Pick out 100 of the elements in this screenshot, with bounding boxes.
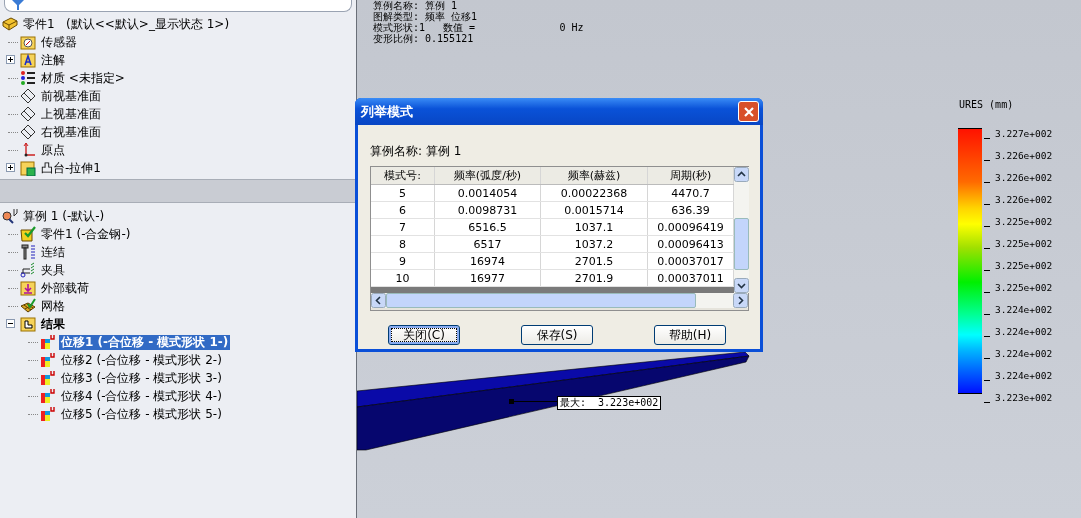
plot-info-text: 算例名称: 算例 1 bbox=[373, 0, 459, 11]
dialog-button[interactable]: 关闭(C) bbox=[388, 325, 460, 345]
scale-value: 3.225e+002 bbox=[995, 281, 1053, 293]
table-cell: 8 bbox=[371, 236, 435, 252]
horizontal-scrollbar[interactable] bbox=[371, 293, 748, 308]
material-icon bbox=[20, 70, 36, 86]
plane-icon bbox=[20, 106, 36, 122]
table-cell: 2701.5 bbox=[541, 253, 648, 269]
scroll-thumb[interactable] bbox=[386, 293, 696, 308]
scale-value: 3.224e+002 bbox=[995, 303, 1053, 315]
scale-value: 3.225e+002 bbox=[995, 215, 1053, 227]
scroll-thumb[interactable] bbox=[734, 218, 749, 270]
tree-item[interactable]: 原点 bbox=[39, 142, 67, 158]
scale-value: 3.224e+002 bbox=[995, 325, 1053, 337]
plane-icon bbox=[20, 124, 36, 140]
tree-item[interactable]: 凸台-拉伸1 bbox=[39, 160, 103, 176]
leader-line bbox=[509, 399, 558, 404]
tree-item[interactable]: 结果 bbox=[39, 316, 67, 332]
plot-icon bbox=[40, 406, 56, 422]
part-icon bbox=[2, 16, 18, 32]
column-header[interactable]: 频率(赫兹) bbox=[541, 167, 648, 184]
table-cell: 7 bbox=[371, 219, 435, 235]
plot-info-text: 模式形状:1 数值 = 0 Hz bbox=[373, 22, 584, 33]
legend-title: URES (mm) bbox=[959, 99, 1015, 110]
study-icon bbox=[2, 208, 18, 224]
vertical-scrollbar[interactable] bbox=[734, 167, 749, 293]
table-cell: 1037.2 bbox=[541, 236, 648, 252]
scale-value: 3.225e+002 bbox=[995, 259, 1053, 271]
scroll-left-icon[interactable] bbox=[371, 293, 386, 308]
scale-value: 3.226e+002 bbox=[995, 171, 1053, 183]
plot-icon bbox=[40, 352, 56, 368]
plot-icon bbox=[40, 334, 56, 350]
close-icon bbox=[742, 105, 755, 118]
table-cell: 10 bbox=[371, 270, 435, 286]
tree-item[interactable]: 零件1 (-合金钢-) bbox=[39, 226, 133, 242]
fixture-icon bbox=[20, 262, 36, 278]
dialog-button[interactable]: 保存(S) bbox=[521, 325, 593, 345]
scale-value: 3.224e+002 bbox=[995, 347, 1053, 359]
column-header[interactable]: 模式号: bbox=[371, 167, 435, 184]
tree-item[interactable]: 网格 bbox=[39, 298, 67, 314]
tree-item[interactable]: 上视基准面 bbox=[39, 106, 103, 122]
study-name-text: 算例名称: 算例 1 bbox=[370, 143, 463, 159]
scroll-down-icon[interactable] bbox=[734, 278, 749, 293]
dialog-button[interactable]: 帮助(H) bbox=[654, 325, 726, 345]
tree-item[interactable]: 注解 bbox=[39, 52, 67, 68]
table-cell: 0.0098731 bbox=[435, 202, 541, 218]
table-cell: 16974 bbox=[435, 253, 541, 269]
tree-item[interactable]: 位移4 (-合位移 - 模式形状 4-) bbox=[59, 388, 224, 404]
plot-info-text: 变形比例: 0.155121 bbox=[373, 33, 475, 44]
sensor-folder-icon bbox=[20, 34, 36, 50]
filter-bar[interactable] bbox=[4, 0, 352, 12]
tree-item[interactable]: 位移2 (-合位移 - 模式形状 2-) bbox=[59, 352, 224, 368]
dialog-title: 列举模式 bbox=[361, 102, 413, 121]
load-icon bbox=[20, 280, 36, 296]
scale-value: 3.223e+002 bbox=[995, 391, 1053, 403]
scale-value: 3.227e+002 bbox=[995, 127, 1053, 139]
table-cell: 2701.9 bbox=[541, 270, 648, 286]
table-cell: 16977 bbox=[435, 270, 541, 286]
plot-icon bbox=[40, 370, 56, 386]
table-cell: 6517 bbox=[435, 236, 541, 252]
table-cell: 0.0015714 bbox=[541, 202, 648, 218]
plot-info-text: 图解类型: 频率 位移1 bbox=[373, 11, 479, 22]
table-cell: 5 bbox=[371, 185, 435, 201]
part-check-icon bbox=[20, 226, 36, 242]
table-cell: 9 bbox=[371, 253, 435, 269]
expander-icon[interactable] bbox=[6, 163, 15, 172]
tree-item[interactable]: 位移1 (-合位移 - 模式形状 1-) bbox=[59, 334, 231, 350]
tree-item[interactable]: 零件1 (默认<<默认>_显示状态 1>) bbox=[21, 16, 232, 32]
connector-icon bbox=[20, 244, 36, 260]
scroll-up-icon[interactable] bbox=[734, 167, 749, 182]
scale-value: 3.225e+002 bbox=[995, 237, 1053, 249]
tree-item[interactable]: 外部载荷 bbox=[39, 280, 91, 296]
table-cell: 1037.1 bbox=[541, 219, 648, 235]
tree-item[interactable]: 右视基准面 bbox=[39, 124, 103, 140]
max-value-label: 最大: 3.223e+002 bbox=[557, 396, 662, 410]
extrude-icon bbox=[20, 160, 36, 176]
scale-value: 3.226e+002 bbox=[995, 193, 1053, 205]
tree-item[interactable]: 前视基准面 bbox=[39, 88, 103, 104]
tree-item[interactable]: 位移3 (-合位移 - 模式形状 3-) bbox=[59, 370, 224, 386]
column-header[interactable]: 频率(弧度/秒) bbox=[435, 167, 541, 184]
mesh-icon bbox=[20, 298, 36, 314]
close-button[interactable] bbox=[738, 101, 759, 122]
expander-icon[interactable] bbox=[6, 55, 15, 64]
scroll-right-icon[interactable] bbox=[733, 293, 748, 308]
tree-item[interactable]: 算例 1 (-默认-) bbox=[21, 208, 107, 224]
tree-item[interactable]: 夹具 bbox=[39, 262, 67, 278]
annotation-folder-icon bbox=[20, 52, 36, 68]
table-cell: 0.0014054 bbox=[435, 185, 541, 201]
plot-icon bbox=[40, 388, 56, 404]
filter-icon[interactable] bbox=[11, 0, 25, 10]
table-cell: 0.00022368 bbox=[541, 185, 648, 201]
tree-item[interactable]: 传感器 bbox=[39, 34, 79, 50]
tree-item[interactable]: 材质 <未指定> bbox=[39, 70, 127, 86]
tree-item[interactable]: 位移5 (-合位移 - 模式形状 5-) bbox=[59, 406, 224, 422]
results-folder-icon bbox=[20, 316, 36, 332]
tree-item[interactable]: 连结 bbox=[39, 244, 67, 260]
expander-icon[interactable] bbox=[6, 319, 15, 328]
scale-value: 3.224e+002 bbox=[995, 369, 1053, 381]
plane-icon bbox=[20, 88, 36, 104]
table-cell: 6 bbox=[371, 202, 435, 218]
